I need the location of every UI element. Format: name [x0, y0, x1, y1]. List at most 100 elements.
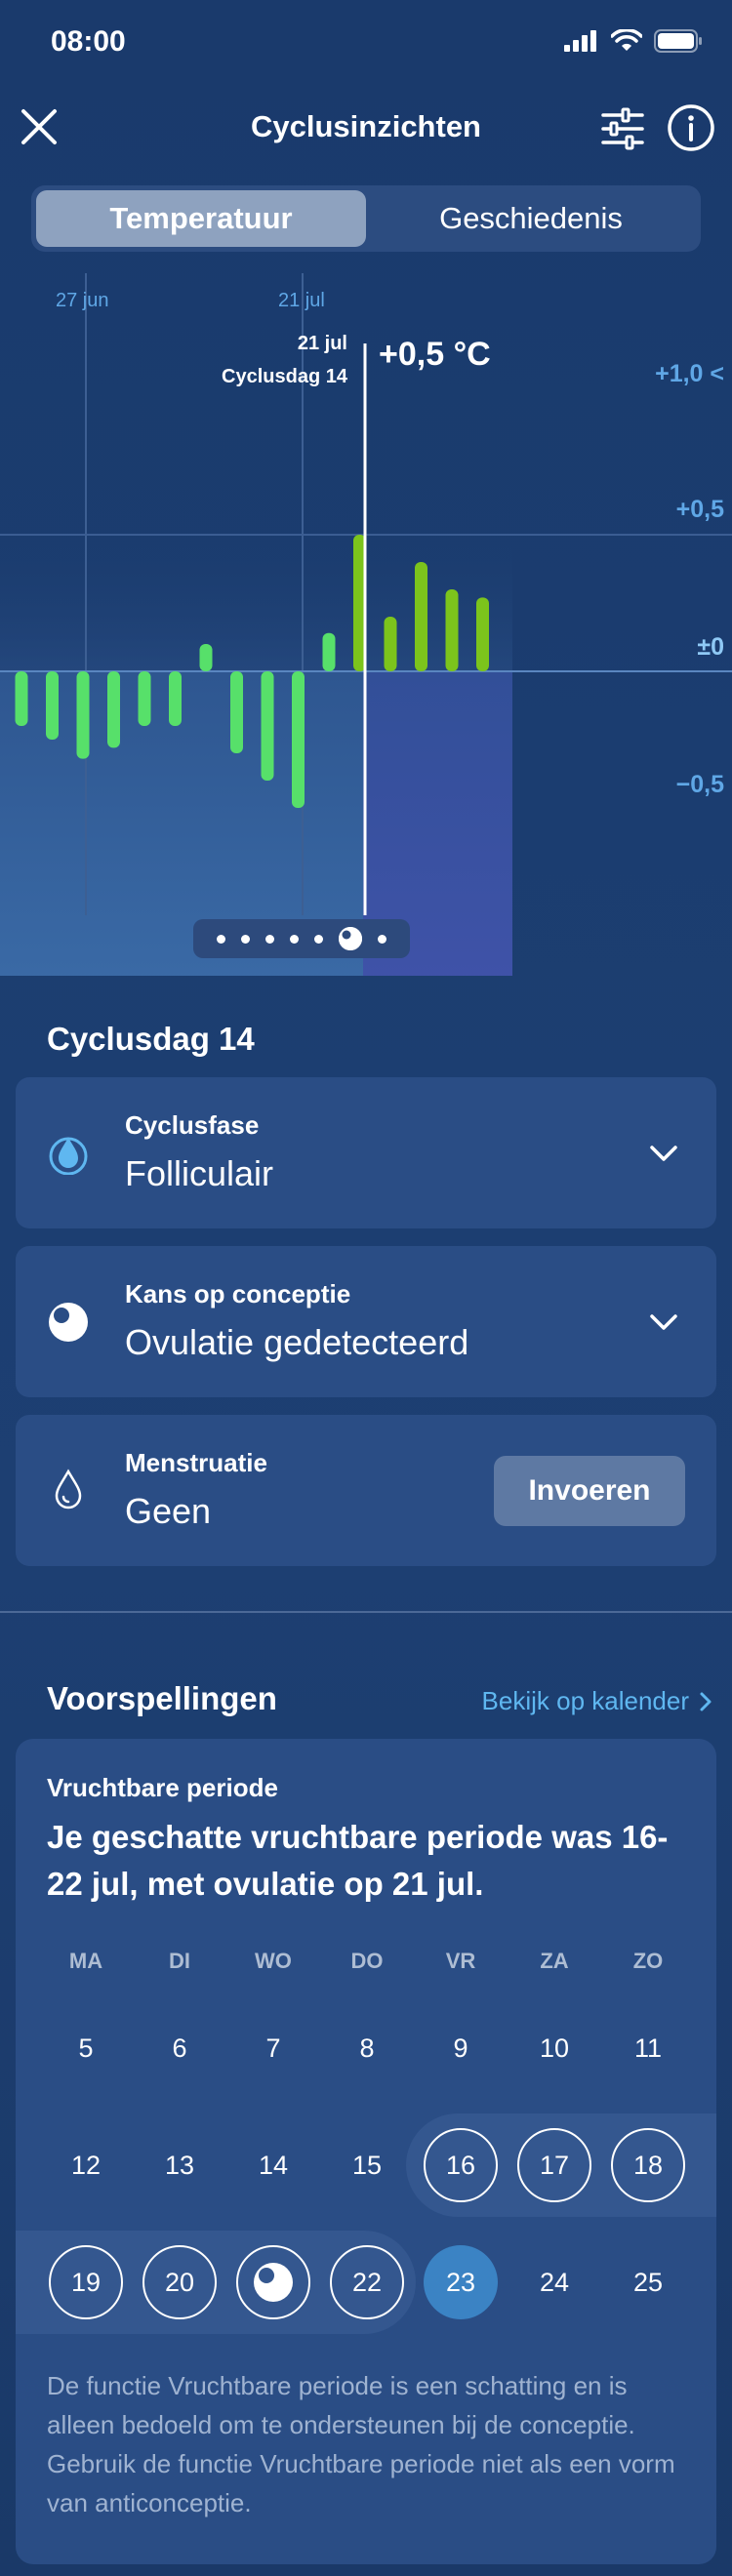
calendar-day[interactable]: 9: [422, 2009, 500, 2087]
divider: [0, 1611, 732, 1613]
menstruation-label: Menstruatie: [125, 1448, 267, 1477]
conception-card[interactable]: Kans op conceptie Ovulatie gedetecteerd: [16, 1246, 716, 1397]
chart-bar: [138, 671, 151, 726]
calendar-week-3: 19 20 22 23 24 25: [47, 2243, 687, 2321]
chevron-right-icon: [700, 1692, 712, 1711]
ovulation-icon: [339, 927, 362, 950]
conception-label: Kans op conceptie: [125, 1279, 351, 1308]
battery-icon: [654, 29, 702, 53]
calendar-day[interactable]: 12: [47, 2126, 125, 2204]
cycle-phase-value: Folliculair: [125, 1153, 274, 1193]
calendar-day[interactable]: 25: [609, 2243, 687, 2321]
menstruation-value: Geen: [125, 1491, 212, 1531]
pager-dot[interactable]: [217, 934, 225, 944]
calendar-day-fertile[interactable]: 19: [49, 2245, 123, 2319]
wifi-icon: [611, 29, 642, 51]
pager-dot-active[interactable]: [339, 927, 362, 950]
pager-dot[interactable]: [314, 934, 323, 944]
chart-bar: [107, 671, 120, 748]
pager-dot[interactable]: [241, 934, 250, 944]
cursor-day: Cyclusdag 14: [222, 366, 348, 387]
temperature-chart[interactable]: 27 jun 21 jul 21 jul Cyclusdag 14 +0,5 °…: [0, 273, 732, 976]
cycle-phase-label: Cyclusfase: [125, 1110, 260, 1140]
chart-bar: [230, 671, 243, 753]
weekday-row: MA DI WO DO VR ZA ZO: [47, 1949, 687, 1974]
calendar-day-fertile[interactable]: 20: [142, 2245, 217, 2319]
view-calendar-label: Bekijk op kalender: [481, 1686, 689, 1715]
y-tick-2: +0,5: [676, 496, 724, 523]
pager-dot[interactable]: [265, 934, 274, 944]
chart-bar: [322, 632, 336, 671]
chart-area-above: [0, 535, 512, 671]
calendar-day[interactable]: 10: [515, 2009, 593, 2087]
view-calendar-link[interactable]: Bekijk op kalender: [482, 1686, 712, 1716]
pager-dot[interactable]: [378, 934, 386, 944]
predictions-title: Voorspellingen: [47, 1680, 277, 1716]
calendar-day[interactable]: 7: [234, 2009, 312, 2087]
weekday-label: DO: [350, 1949, 384, 1973]
info-button[interactable]: [667, 103, 715, 152]
chart-bar: [169, 671, 182, 726]
pager-dot[interactable]: [290, 934, 299, 944]
calendar-week-1: 5 6 7 8 9 10 11: [47, 2009, 687, 2087]
disclaimer-text: De functie Vruchtbare periode is een sch…: [47, 2371, 675, 2517]
conception-value: Ovulatie gedetecteerd: [125, 1322, 469, 1362]
chart-bar: [76, 671, 90, 759]
calendar-day[interactable]: 15: [328, 2126, 406, 2204]
chevron-down-icon: [650, 1146, 677, 1161]
menstruation-card: Menstruatie Geen Invoeren: [16, 1415, 716, 1566]
calendar-day[interactable]: 6: [141, 2009, 219, 2087]
drop-outline-icon: [55, 1469, 82, 1509]
weekday-label: MA: [68, 1949, 103, 1973]
chart-pager[interactable]: [193, 919, 410, 958]
calendar-day[interactable]: 11: [609, 2009, 687, 2087]
chart-bar: [292, 671, 305, 808]
calendar-day-fertile[interactable]: 16: [424, 2128, 498, 2202]
filter-button[interactable]: [599, 105, 646, 152]
signal-icon: [564, 30, 596, 52]
weekday-label: WO: [255, 1949, 292, 1973]
chart-bar: [384, 617, 397, 671]
chart-bar: [261, 671, 274, 781]
calendar-day-ovulation[interactable]: [236, 2245, 310, 2319]
weekday-label: VR: [445, 1949, 476, 1973]
calendar-day-fertile[interactable]: 22: [330, 2245, 404, 2319]
chevron-down-icon: [650, 1314, 677, 1330]
calendar-day-fertile[interactable]: 17: [517, 2128, 591, 2202]
info-icon: [668, 104, 714, 151]
y-tick-3: ±0: [697, 633, 724, 661]
fertile-window-text: Je geschatte vruchtbare periode was 16-2…: [47, 1819, 669, 1902]
chart-bar: [476, 597, 489, 671]
y-tick-1: +1,0 <: [655, 360, 724, 387]
calendar-day-fertile[interactable]: 18: [611, 2128, 685, 2202]
fertile-window-label: Vruchtbare periode: [47, 1773, 278, 1802]
ovulation-icon: [49, 1303, 88, 1342]
calendar-day[interactable]: 14: [234, 2126, 312, 2204]
tab-temperature[interactable]: Temperatuur: [36, 190, 366, 247]
date-label-2: 21 jul: [278, 290, 325, 311]
calendar-day[interactable]: 5: [47, 2009, 125, 2087]
cycle-day-title: Cyclusdag 14: [47, 1021, 255, 1057]
sliders-icon: [601, 107, 644, 150]
cursor-value: +0,5 °C: [379, 336, 491, 373]
cursor-date: 21 jul: [298, 333, 347, 354]
calendar-day-today[interactable]: 23: [424, 2245, 498, 2319]
chart-bar: [46, 671, 59, 740]
calendar-week-2: 12 13 14 15 16 17 18: [47, 2126, 687, 2204]
weekday-label: ZA: [540, 1949, 569, 1973]
calendar-day[interactable]: 24: [515, 2243, 593, 2321]
date-label-1: 27 jun: [56, 290, 109, 311]
chart-bar: [199, 644, 213, 671]
tab-history[interactable]: Geschiedenis: [366, 190, 696, 247]
y-tick-4: −0,5: [676, 771, 724, 798]
chart-bar: [445, 589, 459, 671]
chart-bar: [15, 671, 28, 726]
enter-button[interactable]: Invoeren: [494, 1456, 685, 1526]
drop-filled-icon: [49, 1137, 88, 1175]
cycle-phase-card[interactable]: Cyclusfase Folliculair: [16, 1077, 716, 1228]
segmented-control: Temperatuur Geschiedenis: [31, 185, 701, 252]
ovulation-icon: [254, 2263, 293, 2302]
calendar-day[interactable]: 13: [141, 2126, 219, 2204]
calendar-day[interactable]: 8: [328, 2009, 406, 2087]
weekday-label: DI: [169, 1949, 190, 1973]
